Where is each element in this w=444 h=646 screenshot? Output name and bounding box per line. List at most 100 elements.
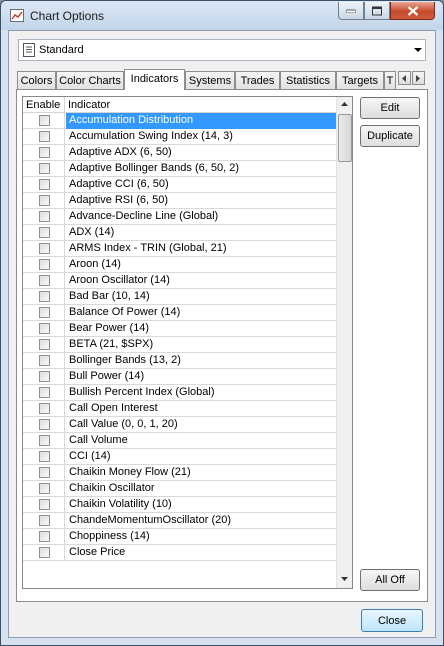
indicator-name: Chaikin Money Flow (21)	[69, 466, 191, 478]
scroll-up-button[interactable]	[337, 97, 352, 113]
enable-checkbox[interactable]	[39, 435, 50, 446]
dropdown-arrow-icon[interactable]	[414, 48, 422, 52]
table-row[interactable]: Adaptive ADX (6, 50)	[23, 145, 336, 161]
enable-checkbox[interactable]	[39, 339, 50, 350]
table-row[interactable]: ARMS Index - TRIN (Global, 21)	[23, 241, 336, 257]
tab-indicators[interactable]: Indicators	[124, 69, 185, 90]
table-row[interactable]: Chaikin Volatility (10)	[23, 497, 336, 513]
tab-scroll-right-button[interactable]	[412, 71, 425, 85]
indicator-name: BETA (21, $SPX)	[69, 338, 154, 350]
table-row[interactable]: Accumulation Distribution	[23, 113, 336, 129]
indicator-name: Adaptive ADX (6, 50)	[69, 146, 172, 158]
table-row[interactable]: Bollinger Bands (13, 2)	[23, 353, 336, 369]
enable-checkbox[interactable]	[39, 403, 50, 414]
enable-checkbox[interactable]	[39, 387, 50, 398]
enable-checkbox[interactable]	[39, 515, 50, 526]
table-row[interactable]: BETA (21, $SPX)	[23, 337, 336, 353]
enable-checkbox[interactable]	[39, 323, 50, 334]
enable-cell	[23, 209, 65, 225]
maximize-button[interactable]	[364, 2, 390, 20]
enable-checkbox[interactable]	[39, 179, 50, 190]
table-row[interactable]: Bullish Percent Index (Global)	[23, 385, 336, 401]
table-row[interactable]: Adaptive Bollinger Bands (6, 50, 2)	[23, 161, 336, 177]
scroll-down-button[interactable]	[337, 572, 352, 588]
enable-checkbox[interactable]	[39, 131, 50, 142]
column-header-indicator[interactable]: Indicator	[65, 97, 336, 113]
enable-checkbox[interactable]	[39, 419, 50, 430]
enable-checkbox[interactable]	[39, 531, 50, 542]
tab-colors[interactable]: Colors	[17, 71, 56, 89]
table-row[interactable]: Adaptive RSI (6, 50)	[23, 193, 336, 209]
enable-checkbox[interactable]	[39, 259, 50, 270]
table-row[interactable]: Balance Of Power (14)	[23, 305, 336, 321]
indicator-grid[interactable]: Enable Indicator Accumulation Distributi…	[22, 96, 353, 589]
enable-checkbox[interactable]	[39, 227, 50, 238]
edit-button[interactable]: Edit	[360, 97, 420, 119]
enable-checkbox[interactable]	[39, 195, 50, 206]
enable-checkbox[interactable]	[39, 307, 50, 318]
table-row[interactable]: Aroon Oscillator (14)	[23, 273, 336, 289]
enable-cell	[23, 273, 65, 289]
enable-checkbox[interactable]	[39, 163, 50, 174]
dialog-client-area: Standard Colors Color Charts Indicators …	[8, 30, 436, 638]
enable-cell	[23, 529, 65, 545]
enable-checkbox[interactable]	[39, 499, 50, 510]
close-window-button[interactable]	[390, 2, 435, 20]
tab-trades[interactable]: Trades	[235, 71, 280, 89]
enable-checkbox[interactable]	[39, 243, 50, 254]
table-row[interactable]: ChandeMomentumOscillator (20)	[23, 513, 336, 529]
table-row[interactable]: Bear Power (14)	[23, 321, 336, 337]
table-row[interactable]: CCI (14)	[23, 449, 336, 465]
tab-targets[interactable]: Targets	[336, 71, 384, 89]
enable-checkbox[interactable]	[39, 467, 50, 478]
table-row[interactable]: Adaptive CCI (6, 50)	[23, 177, 336, 193]
column-header-enable[interactable]: Enable	[23, 97, 65, 113]
enable-cell	[23, 257, 65, 273]
scrollbar-thumb[interactable]	[338, 114, 352, 162]
close-button[interactable]: Close	[361, 609, 423, 632]
table-row[interactable]: Call Value (0, 0, 1, 20)	[23, 417, 336, 433]
indicator-name: Bullish Percent Index (Global)	[69, 386, 215, 398]
enable-checkbox[interactable]	[39, 451, 50, 462]
enable-cell	[23, 369, 65, 385]
title-bar[interactable]: Chart Options	[1, 1, 443, 30]
table-row[interactable]: Chaikin Money Flow (21)	[23, 465, 336, 481]
table-row[interactable]: Call Open Interest	[23, 401, 336, 417]
tab-scroll-left-button[interactable]	[398, 71, 411, 85]
enable-checkbox[interactable]	[39, 291, 50, 302]
enable-checkbox[interactable]	[39, 115, 50, 126]
enable-checkbox[interactable]	[39, 483, 50, 494]
indicator-name: Aroon Oscillator (14)	[69, 274, 170, 286]
table-row[interactable]: Advance-Decline Line (Global)	[23, 209, 336, 225]
table-row[interactable]: Choppiness (14)	[23, 529, 336, 545]
enable-checkbox[interactable]	[39, 355, 50, 366]
table-row[interactable]: Close Price	[23, 545, 336, 561]
minimize-button[interactable]	[338, 2, 364, 20]
tab-truncated[interactable]: T	[384, 71, 396, 89]
enable-cell	[23, 177, 65, 193]
indicator-name: Choppiness (14)	[69, 530, 150, 542]
profile-combo[interactable]: Standard	[18, 39, 426, 61]
tab-systems[interactable]: Systems	[185, 71, 235, 89]
enable-checkbox[interactable]	[39, 547, 50, 558]
indicator-name: Adaptive Bollinger Bands (6, 50, 2)	[69, 162, 239, 174]
profile-combo-value: Standard	[39, 44, 84, 56]
table-row[interactable]: Chaikin Oscillator	[23, 481, 336, 497]
enable-cell	[23, 433, 65, 449]
enable-checkbox[interactable]	[39, 371, 50, 382]
table-row[interactable]: Call Volume	[23, 433, 336, 449]
tab-statistics[interactable]: Statistics	[280, 71, 336, 89]
vertical-scrollbar[interactable]	[336, 97, 352, 588]
enable-checkbox[interactable]	[39, 211, 50, 222]
table-row[interactable]: Accumulation Swing Index (14, 3)	[23, 129, 336, 145]
enable-checkbox[interactable]	[39, 275, 50, 286]
table-row[interactable]: ADX (14)	[23, 225, 336, 241]
enable-cell	[23, 113, 65, 129]
enable-checkbox[interactable]	[39, 147, 50, 158]
table-row[interactable]: Bad Bar (10, 14)	[23, 289, 336, 305]
table-row[interactable]: Bull Power (14)	[23, 369, 336, 385]
all-off-button[interactable]: All Off	[360, 569, 420, 591]
tab-color-charts[interactable]: Color Charts	[56, 71, 124, 89]
table-row[interactable]: Aroon (14)	[23, 257, 336, 273]
duplicate-button[interactable]: Duplicate	[360, 125, 420, 147]
